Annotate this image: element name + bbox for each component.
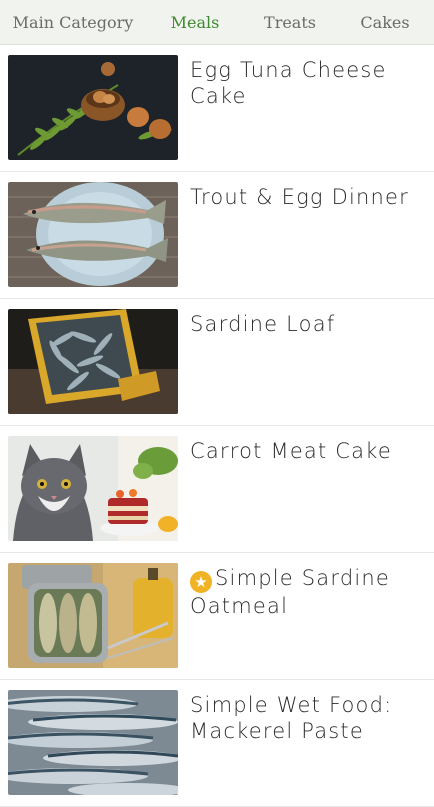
recipe-row[interactable]: ★ Simple Sardine Oatmeal [0,553,434,680]
recipe-list: Egg Tuna Cheese Cake Trout & Egg Dinner … [0,45,434,807]
recipe-title: Simple Wet Food: Mackerel Paste [190,693,393,743]
recipe-thumbnail-mackerel [8,690,178,795]
recipe-thumbnail-eggs [8,55,178,160]
recipe-thumbnail-canned-sardines [8,563,178,668]
recipe-row[interactable]: Carrot Meat Cake [0,426,434,553]
recipe-title: ★ Simple Sardine Oatmeal [190,565,424,619]
recipe-title: Carrot Meat Cake [190,439,392,463]
recipe-row[interactable]: Sardine Loaf [0,299,434,426]
recipe-title: Trout & Egg Dinner [190,185,409,209]
recipe-row[interactable]: Trout & Egg Dinner [0,172,434,299]
recipe-thumbnail-trout [8,182,178,287]
star-icon: ★ [190,571,212,593]
tab-cakes[interactable]: Cakes [336,13,434,32]
recipe-title: Sardine Loaf [190,312,336,336]
recipe-thumbnail-cat [8,436,178,541]
recipe-title: Egg Tuna Cheese Cake [190,58,387,108]
recipe-row[interactable]: Egg Tuna Cheese Cake [0,45,434,172]
tab-meals[interactable]: Meals [146,13,244,32]
recipe-thumbnail-sardines [8,309,178,414]
recipe-row[interactable]: Simple Wet Food: Mackerel Paste [0,680,434,807]
category-tab-bar: Main Category Meals Treats Cakes [0,0,434,45]
tab-treats[interactable]: Treats [244,13,336,32]
tab-main-category[interactable]: Main Category [0,13,146,32]
recipe-title-text: Simple Sardine Oatmeal [190,566,391,618]
